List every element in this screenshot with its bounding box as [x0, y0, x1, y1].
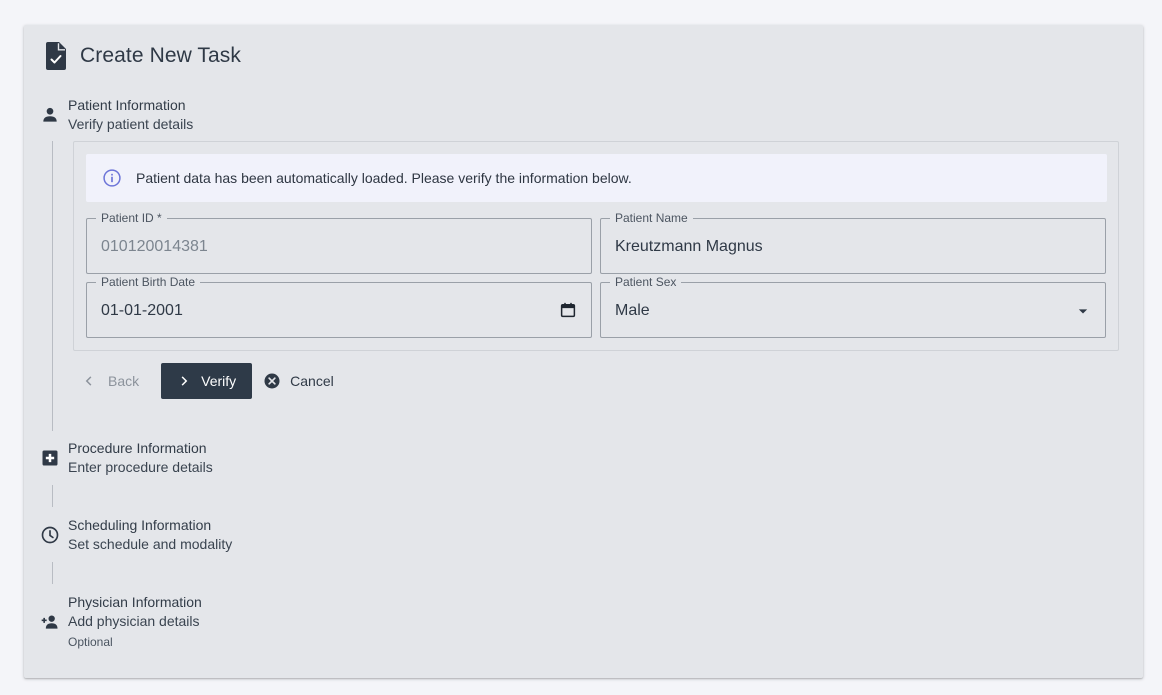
medical-plus-icon	[42, 450, 58, 466]
step-procedure-information[interactable]: Procedure Information Enter procedure de…	[40, 439, 213, 477]
patient-name-value: Kreutzmann Magnus	[615, 238, 763, 255]
step-title: Physician Information	[68, 594, 202, 610]
birth-date-value: 01-01-2001	[101, 302, 183, 319]
field-label: Patient ID *	[96, 211, 167, 225]
step-patient-information[interactable]: Patient Information Verify patient detai…	[40, 96, 193, 134]
step-connector	[52, 562, 53, 584]
patient-id-field[interactable]: Patient ID * 010120014381	[86, 211, 592, 274]
back-button[interactable]: Back	[80, 363, 147, 399]
step-subtitle: Set schedule and modality	[68, 536, 233, 552]
step-connector	[52, 141, 53, 431]
step-title: Patient Information	[68, 97, 186, 113]
calendar-icon[interactable]	[559, 301, 577, 319]
patient-name-field[interactable]: Patient Name Kreutzmann Magnus	[600, 211, 1106, 274]
step-connector	[52, 485, 53, 507]
chevron-right-icon	[181, 376, 188, 386]
birth-date-field[interactable]: Patient Birth Date 01-01-2001	[86, 275, 592, 338]
field-label: Patient Birth Date	[96, 275, 201, 289]
card-header: Create New Task	[44, 42, 241, 70]
page-title: Create New Task	[80, 44, 242, 67]
step-title: Procedure Information	[68, 440, 207, 456]
person-icon	[43, 107, 57, 122]
verify-button[interactable]: Verify	[161, 363, 253, 399]
clock-icon	[41, 526, 59, 544]
cancel-label: Cancel	[290, 373, 334, 389]
step-scheduling-information[interactable]: Scheduling Information Set schedule and …	[40, 516, 232, 554]
info-alert: Patient data has been automatically load…	[86, 154, 1107, 202]
field-label: Patient Name	[610, 211, 693, 225]
document-check-icon	[46, 42, 66, 70]
cancel-button[interactable]: Cancel	[254, 363, 342, 399]
back-label: Back	[108, 373, 140, 389]
patient-sex-value: Male	[615, 302, 650, 319]
step-physician-information[interactable]: Physician Information Add physician deta…	[40, 593, 202, 649]
verify-label: Verify	[201, 373, 237, 389]
optional-label: Optional	[68, 635, 113, 649]
patient-info-panel: Patient data has been automatically load…	[73, 141, 1119, 351]
field-label: Patient Sex	[610, 275, 682, 289]
info-icon	[103, 169, 121, 187]
step-subtitle: Verify patient details	[68, 116, 194, 132]
person-add-icon	[41, 615, 58, 629]
patient-sex-select[interactable]: Patient Sex Male	[600, 275, 1106, 338]
step-subtitle: Enter procedure details	[68, 459, 213, 475]
chevron-left-icon	[85, 376, 92, 386]
step-subtitle: Add physician details	[68, 613, 200, 629]
step-title: Scheduling Information	[68, 517, 212, 533]
create-task-card: Create New Task Patient Information Veri…	[24, 25, 1143, 678]
cancel-circle-icon	[264, 373, 280, 389]
step-actions: Back Verify Cancel	[80, 363, 342, 399]
dropdown-caret-icon[interactable]	[1073, 301, 1093, 321]
patient-id-value: 010120014381	[101, 238, 208, 255]
alert-message: Patient data has been automatically load…	[136, 170, 632, 186]
